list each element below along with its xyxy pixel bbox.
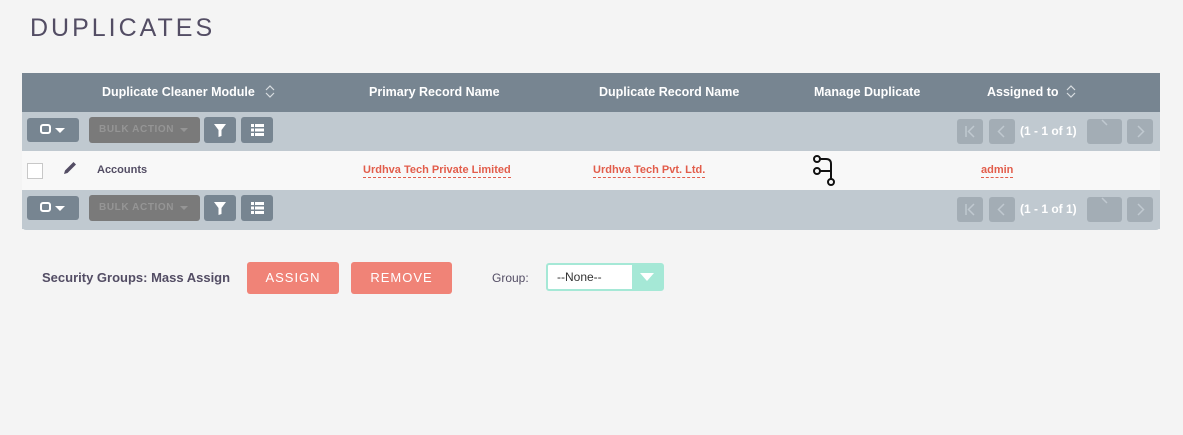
duplicate-record-cell: Urdhva Tech Pvt. Ltd.	[593, 151, 706, 190]
last-page-button[interactable]	[1127, 119, 1153, 144]
chevron-down-icon	[55, 128, 65, 133]
chevron-right-icon	[1137, 125, 1145, 138]
remove-button[interactable]: REMOVE	[351, 262, 452, 294]
checkbox-icon	[40, 202, 51, 212]
column-chooser-button[interactable]	[241, 195, 273, 221]
duplicate-record-link[interactable]: Urdhva Tech Pvt. Ltd.	[593, 163, 706, 178]
sort-icon[interactable]	[265, 85, 275, 98]
duplicates-list-view: Duplicate Cleaner Module Primary Record …	[22, 73, 1160, 230]
row-checkbox[interactable]	[27, 163, 43, 179]
prev-page-button[interactable]	[989, 197, 1015, 222]
chevron-right-icon	[1101, 197, 1108, 204]
pagination-count: (1 - 1 of 1)	[1020, 202, 1077, 216]
table-header: Duplicate Cleaner Module Primary Record …	[22, 73, 1160, 112]
column-header-duplicate-record: Duplicate Record Name	[599, 85, 740, 99]
chevron-left-icon	[997, 203, 1005, 216]
filter-button[interactable]	[204, 195, 236, 221]
filter-icon	[214, 124, 226, 137]
checkbox-icon	[40, 124, 51, 134]
filter-icon	[214, 202, 226, 215]
first-page-icon	[965, 203, 975, 216]
select-all-dropdown[interactable]	[27, 196, 79, 220]
column-header-module[interactable]: Duplicate Cleaner Module	[102, 73, 255, 112]
column-header-primary-record: Primary Record Name	[369, 85, 500, 99]
primary-record-link[interactable]: Urdhva Tech Private Limited	[363, 163, 511, 178]
assigned-user-link[interactable]: admin	[981, 163, 1014, 178]
bulk-action-button[interactable]: BULK ACTION	[89, 195, 200, 221]
chevron-down-icon	[180, 128, 188, 132]
assigned-to-cell: admin	[981, 151, 1014, 190]
first-page-button[interactable]	[957, 119, 983, 144]
column-chooser-button[interactable]	[241, 117, 273, 143]
list-icon	[251, 202, 264, 214]
prev-page-button[interactable]	[989, 119, 1015, 144]
chevron-right-icon	[1137, 203, 1145, 216]
chevron-left-icon	[997, 125, 1005, 138]
bottom-toolbar: BULK ACTION (1 - 1 of 1)	[22, 190, 1160, 229]
bulk-action-button[interactable]: BULK ACTION	[89, 117, 200, 143]
security-groups-label: Security Groups: Mass Assign	[42, 270, 231, 285]
dropdown-toggle[interactable]	[632, 265, 662, 289]
module-cell: Accounts	[97, 164, 148, 176]
pencil-icon[interactable]	[62, 160, 78, 176]
first-page-icon	[965, 125, 975, 138]
group-select-value: --None--	[557, 270, 602, 284]
filter-button[interactable]	[204, 117, 236, 143]
next-page-button[interactable]	[1087, 197, 1122, 222]
first-page-button[interactable]	[957, 197, 983, 222]
top-toolbar: BULK ACTION (1 - 1 of 1)	[22, 112, 1160, 151]
chevron-right-icon	[1101, 119, 1108, 126]
table-row: Accounts Urdhva Tech Private Limited Urd…	[22, 151, 1160, 190]
chevron-down-icon	[180, 206, 188, 210]
group-select[interactable]: --None--	[546, 263, 664, 291]
chevron-down-icon	[55, 206, 65, 211]
assign-button[interactable]: ASSIGN	[247, 262, 339, 294]
primary-record-cell: Urdhva Tech Private Limited	[363, 151, 511, 190]
column-header-assigned-to[interactable]: Assigned to	[987, 73, 1059, 112]
list-icon	[251, 124, 264, 136]
page-title: DUPLICATES	[30, 14, 216, 42]
column-header-manage-duplicate: Manage Duplicate	[814, 85, 921, 99]
next-page-button[interactable]	[1087, 119, 1122, 144]
chevron-down-icon	[640, 273, 654, 281]
pagination-count: (1 - 1 of 1)	[1020, 124, 1077, 138]
last-page-button[interactable]	[1127, 197, 1153, 222]
group-label: Group:	[492, 271, 529, 285]
sort-icon[interactable]	[1066, 85, 1076, 98]
merge-icon[interactable]	[812, 154, 836, 187]
select-all-dropdown[interactable]	[27, 118, 79, 142]
